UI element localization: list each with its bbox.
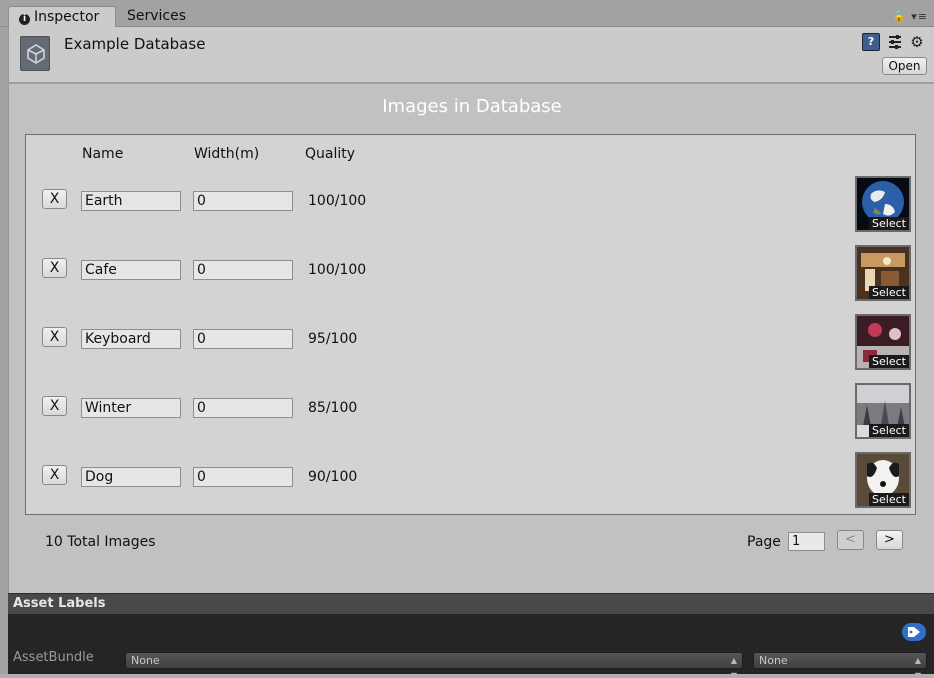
name-field[interactable]: Winter — [81, 398, 181, 418]
image-row: X Winter 0 85/100 Select — [26, 383, 915, 441]
width-field[interactable]: 0 — [193, 191, 293, 211]
gear-icon[interactable]: ⚙ — [908, 33, 926, 51]
select-label[interactable]: Select — [869, 424, 909, 437]
select-label[interactable]: Select — [869, 286, 909, 299]
width-field[interactable]: 0 — [193, 398, 293, 418]
image-thumbnail[interactable]: Select — [855, 383, 911, 439]
image-list-box: Name Width(m) Quality X Earth 0 100/100 … — [25, 134, 916, 515]
previous-page-button[interactable]: < — [837, 530, 864, 550]
image-thumbnail[interactable]: Select — [855, 314, 911, 370]
quality-value: 95/100 — [308, 331, 358, 347]
name-field[interactable]: Keyboard — [81, 329, 181, 349]
quality-value: 100/100 — [308, 193, 367, 209]
database-title: Images in Database — [382, 96, 562, 117]
asset-labels-panel: AssetBundle None ▲▼ None ▲▼ — [8, 614, 934, 678]
column-header-width: Width(m) — [194, 146, 260, 162]
name-field[interactable]: Dog — [81, 467, 181, 487]
variant-dropdown[interactable]: None ▲▼ — [753, 652, 927, 678]
asset-title: Example Database — [64, 35, 206, 53]
remove-button[interactable]: X — [42, 189, 67, 209]
page-input[interactable]: 1 — [788, 532, 825, 551]
select-label[interactable]: Select — [869, 217, 909, 230]
select-label[interactable]: Select — [869, 493, 909, 506]
remove-button[interactable]: X — [42, 465, 67, 485]
assetbundle-dropdown[interactable]: None ▲▼ — [125, 652, 743, 678]
width-field[interactable]: 0 — [193, 260, 293, 280]
tab-label: Inspector — [34, 9, 100, 25]
image-thumbnail[interactable]: Select — [855, 452, 911, 508]
inspector-header: Example Database ? ⚙ Open — [8, 27, 934, 83]
quality-value: 90/100 — [308, 469, 358, 485]
image-row: X Earth 0 100/100 Select — [26, 176, 915, 234]
image-row: X Dog 0 90/100 Select — [26, 452, 915, 510]
image-thumbnail[interactable]: Select — [855, 176, 911, 232]
tag-icon[interactable] — [902, 623, 926, 641]
image-thumbnail[interactable]: Select — [855, 245, 911, 301]
bottom-edge — [0, 674, 934, 678]
image-row: X Cafe 0 100/100 Select — [26, 245, 915, 303]
unity-asset-icon — [20, 36, 50, 71]
open-button[interactable]: Open — [882, 57, 927, 75]
select-label[interactable]: Select — [869, 355, 909, 368]
asset-labels-header[interactable]: Asset Labels — [8, 593, 934, 614]
header-tools: ? ⚙ — [862, 33, 930, 51]
remove-button[interactable]: X — [42, 396, 67, 416]
quality-value: 85/100 — [308, 400, 358, 416]
lock-menu-icon[interactable]: 🔒 ▾≡ — [892, 10, 928, 23]
quality-value: 100/100 — [308, 262, 367, 278]
name-field[interactable]: Earth — [81, 191, 181, 211]
tab-services[interactable]: Services — [117, 6, 196, 27]
column-header-name: Name — [82, 146, 124, 162]
inspector-body: Images in Database Name Width(m) Quality… — [8, 84, 934, 593]
image-row: X Keyboard 0 95/100 Select — [26, 314, 915, 372]
preset-icon[interactable] — [886, 33, 904, 51]
assetbundle-value: None — [131, 654, 160, 667]
column-header-quality: Quality — [305, 146, 356, 162]
info-icon: i — [19, 14, 30, 25]
tab-label: Services — [127, 8, 187, 24]
variant-value: None — [759, 654, 788, 667]
tab-bar: i Inspector Services 🔒 ▾≡ — [0, 0, 934, 27]
assetbundle-label: AssetBundle — [13, 650, 94, 665]
tab-inspector[interactable]: i Inspector — [8, 6, 116, 27]
remove-button[interactable]: X — [42, 327, 67, 347]
width-field[interactable]: 0 — [193, 467, 293, 487]
help-icon[interactable]: ? — [862, 33, 880, 51]
next-page-button[interactable]: > — [876, 530, 903, 550]
total-images: 10 Total Images — [45, 534, 156, 550]
remove-button[interactable]: X — [42, 258, 67, 278]
name-field[interactable]: Cafe — [81, 260, 181, 280]
width-field[interactable]: 0 — [193, 329, 293, 349]
page-label: Page — [747, 534, 781, 550]
